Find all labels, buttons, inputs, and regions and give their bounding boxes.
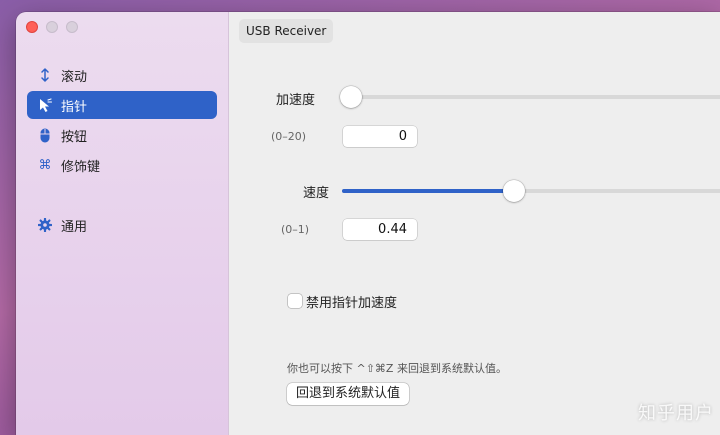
reset-defaults-button[interactable]: 回退到系统默认值: [287, 383, 410, 405]
disable-acceleration-checkbox[interactable]: [288, 294, 302, 308]
cursor-icon: [37, 97, 53, 113]
speed-slider[interactable]: [342, 180, 720, 202]
sidebar-item-label: 滚动: [61, 69, 88, 85]
sidebar: 滚动 指针 按钮 ⌘ 修饰键 通用: [16, 12, 229, 435]
settings-panel: USB Receiver 加速度 (0–20) 0 速度 (0–1) 0.44 …: [229, 12, 720, 435]
reset-hint: 你也可以按下 ^⇧⌘Z 来回退到系统默认值。: [287, 362, 507, 375]
command-icon: ⌘: [38, 157, 52, 173]
sidebar-item-buttons[interactable]: 按钮: [27, 121, 217, 149]
minimize-window-button[interactable]: [46, 21, 58, 33]
zoom-window-button[interactable]: [66, 21, 78, 33]
watermark: 知乎用户: [638, 403, 714, 424]
sidebar-item-label: 修饰键: [61, 159, 101, 175]
speed-slider-knob[interactable]: [503, 180, 526, 202]
device-tab[interactable]: USB Receiver: [239, 19, 334, 43]
sidebar-item-label: 按钮: [61, 129, 88, 145]
sidebar-nav: 滚动 指针 按钮 ⌘ 修饰键 通用: [27, 61, 217, 241]
speed-label: 速度: [303, 186, 330, 201]
sidebar-item-modifiers[interactable]: ⌘ 修饰键: [27, 151, 217, 179]
acceleration-range: (0–20): [271, 130, 307, 143]
sidebar-item-general[interactable]: 通用: [27, 211, 217, 239]
disable-acceleration-label[interactable]: 禁用指针加速度: [306, 292, 397, 311]
speed-input[interactable]: 0.44: [343, 219, 417, 240]
sidebar-item-pointer[interactable]: 指针: [27, 91, 217, 119]
sidebar-item-label: 通用: [61, 219, 88, 235]
sidebar-item-scroll[interactable]: 滚动: [27, 61, 217, 89]
app-window: 滚动 指针 按钮 ⌘ 修饰键 通用 USB Receiver 加速度 (0–20…: [16, 12, 720, 435]
close-window-button[interactable]: [26, 21, 38, 33]
gear-icon: [37, 217, 53, 233]
updown-arrow-icon: [37, 67, 53, 83]
acceleration-slider[interactable]: [340, 86, 720, 108]
window-controls: [26, 21, 78, 33]
speed-range: (0–1): [281, 223, 310, 236]
acceleration-slider-knob[interactable]: [340, 86, 362, 108]
speed-slider-fill: [342, 189, 515, 193]
acceleration-label: 加速度: [276, 93, 316, 108]
acceleration-input[interactable]: 0: [343, 126, 417, 147]
mouse-icon: [37, 127, 53, 143]
sidebar-item-label: 指针: [61, 99, 88, 115]
